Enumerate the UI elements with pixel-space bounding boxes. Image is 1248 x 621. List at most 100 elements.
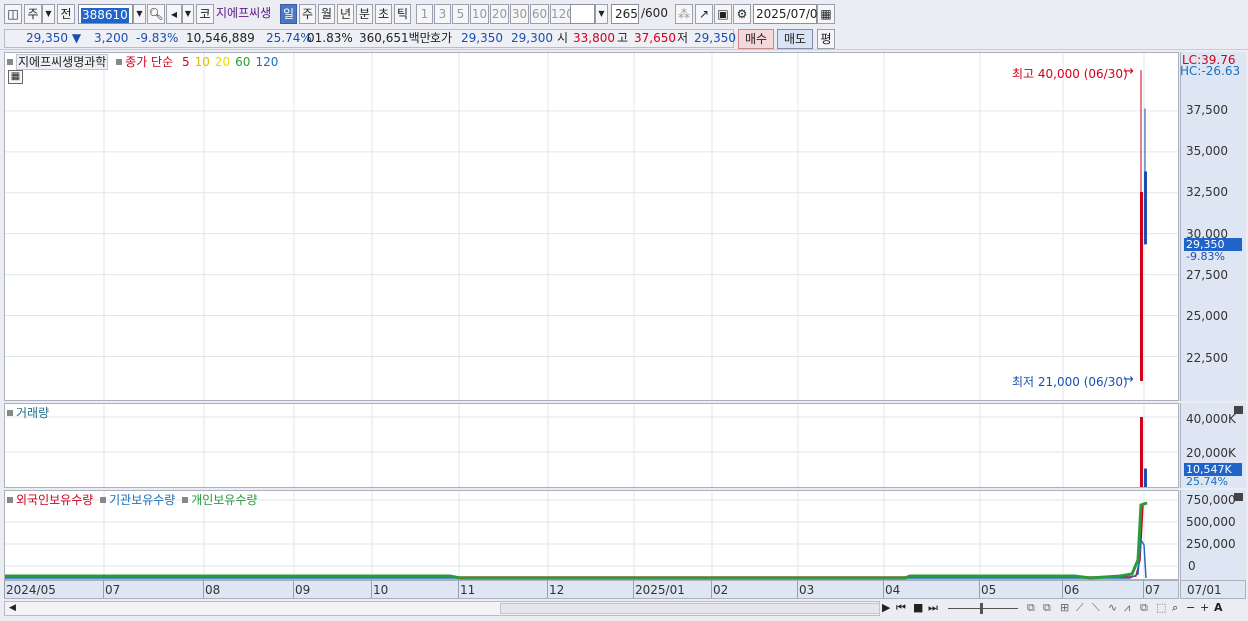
volume-legend: 거래량 (7, 404, 49, 421)
period-button-5[interactable]: 초 (375, 4, 392, 24)
stop-icon[interactable]: ■ (913, 601, 923, 614)
x-tick (293, 580, 294, 598)
zoom-search-icon[interactable]: ⌕ (1172, 601, 1178, 615)
interval-button-4[interactable]: 20 (490, 4, 509, 24)
legend-marker (116, 59, 123, 65)
chart-layout-icon[interactable]: ◫ (4, 4, 22, 24)
x-label-9: 03 (799, 583, 815, 597)
line-tool-icon[interactable]: ⟋ (1076, 601, 1084, 615)
interval-button-0[interactable]: 1 (416, 4, 433, 24)
price-axis-label-0: 37,500 (1186, 103, 1228, 117)
overlay-icon[interactable]: ⧉ (1027, 601, 1035, 615)
stock-name-title[interactable]: 지에프씨생명과학 (16, 54, 109, 70)
rewind-icon[interactable]: ⏮ (896, 601, 906, 615)
x-label-2: 08 (205, 583, 221, 597)
period-button-1[interactable]: 주 (299, 4, 316, 24)
interval-button-5[interactable]: 30 (510, 4, 529, 24)
main-toolbar: ◫ 주 ▼ 전 388610 ▼ 🔍︎ ◂ ▼ 코 지에프씨생 일주월년분초틱 … (0, 2, 1248, 27)
count-input[interactable]: 265 (611, 4, 639, 24)
grid-icon[interactable]: ⊞ (1060, 601, 1069, 614)
auto-scale-icon[interactable]: A (1214, 601, 1223, 614)
low-annotation: 최저 21,000 (06/30) (1012, 375, 1128, 389)
price-axis-label-2: 32,500 (1186, 185, 1228, 199)
table-toggle-icon[interactable]: ▦ (8, 70, 23, 84)
low-label: 저 (677, 31, 689, 45)
interval-button-7[interactable]: 120 (550, 4, 574, 24)
stock-code-input[interactable]: 388610 (78, 4, 133, 24)
horizontal-scrollbar[interactable]: ◀ (4, 601, 880, 616)
code-dropdown-icon[interactable]: ▼ (133, 4, 146, 24)
legend-marker (7, 497, 13, 503)
period-button-3[interactable]: 년 (337, 4, 354, 24)
eval-button[interactable]: 평 (817, 29, 835, 49)
market-button[interactable]: 주 (24, 4, 42, 24)
prev-button[interactable]: 전 (57, 4, 75, 24)
current-price-value: 29,350 (26, 31, 68, 45)
price-change-pct: -9.83% (136, 31, 179, 45)
interval-dropdown-icon[interactable]: ▼ (595, 4, 608, 24)
x-label-0: 2024/05 (6, 583, 56, 597)
period-button-2[interactable]: 월 (318, 4, 335, 24)
window-icon[interactable]: ⧉ (1043, 601, 1051, 615)
speaker-icon[interactable]: ◂ (166, 4, 182, 24)
volume-axis-label-1: 20,000K (1186, 446, 1236, 460)
ma-period-3[interactable]: 60 (235, 55, 250, 69)
high-annotation: 최고 40,000 (06/30) (1012, 67, 1128, 81)
settings-gear-icon[interactable]: ⚙ (733, 4, 751, 24)
interval-button-6[interactable]: 60 (530, 4, 549, 24)
x-label-12: 06 (1064, 583, 1080, 597)
zoom-slider-track[interactable] (948, 608, 1018, 609)
wave-tool-icon[interactable]: ∿ (1108, 601, 1117, 614)
legend-institution[interactable]: 기관보유수량 (109, 493, 175, 507)
interval-button-3[interactable]: 10 (470, 4, 489, 24)
copy-icon[interactable]: ⧉ (1140, 601, 1148, 615)
bid-label: 호가 (430, 31, 453, 45)
play-icon[interactable]: ▶ (882, 601, 890, 614)
ma-period-4[interactable]: 120 (255, 55, 278, 69)
zoom-out-icon[interactable]: − (1186, 601, 1195, 614)
period-button-4[interactable]: 분 (356, 4, 373, 24)
volume-axis-label-0: 40,000K (1186, 412, 1236, 426)
volume-chart-panel[interactable] (4, 403, 1179, 488)
interval-button-2[interactable]: 5 (452, 4, 469, 24)
x-tick (371, 580, 372, 598)
ma-periods: 5 10 20 60 120 (177, 55, 278, 69)
ma-period-2[interactable]: 20 (215, 55, 230, 69)
forward-icon[interactable]: ⏭ (928, 601, 938, 615)
x-tick (1143, 580, 1144, 598)
zoom-slider-handle[interactable] (980, 603, 983, 614)
interval-custom-input[interactable] (570, 4, 595, 24)
x-label-8: 02 (713, 583, 729, 597)
price-chart-panel[interactable] (4, 52, 1179, 401)
chart-nav-controls: ▶ ⏮ ■ ⏭ ⧉ ⧉ ⊞ ⟋ ⟍ ∿ ⩘ ⧉ ⬚ ⌕ − + A (880, 601, 1246, 617)
scroll-left-icon[interactable]: ◀ (9, 603, 16, 613)
ma-period-0[interactable]: 5 (182, 55, 190, 69)
buy-button[interactable]: 매수 (738, 29, 774, 49)
chart-tool-icon[interactable]: ⩘ (1124, 601, 1130, 615)
legend-individual[interactable]: 개인보유수량 (191, 493, 257, 507)
calendar-icon[interactable]: ▦ (817, 4, 835, 24)
ma-period-1[interactable]: 10 (195, 55, 210, 69)
export-icon[interactable]: ⬚ (1156, 601, 1166, 614)
compare-icon[interactable]: ⁂ (675, 4, 693, 24)
category-button[interactable]: 코 (196, 4, 214, 24)
draw-tool-icon[interactable]: ↗ (695, 4, 713, 24)
period-button-6[interactable]: 틱 (394, 4, 411, 24)
search-icon[interactable]: 🔍︎ (147, 4, 165, 24)
x-tick (458, 580, 459, 598)
low-arrow-icon: → (1123, 372, 1134, 387)
interval-button-1[interactable]: 3 (434, 4, 451, 24)
ma-label[interactable]: 종가 단순 (125, 55, 173, 69)
date-input[interactable]: 2025/07/01 (753, 4, 825, 24)
price-axis-label-4: 27,500 (1186, 268, 1228, 282)
zoom-in-icon[interactable]: + (1200, 601, 1209, 614)
sell-button[interactable]: 매도 (777, 29, 813, 49)
scroll-thumb[interactable] (500, 603, 880, 614)
speaker-dropdown-icon[interactable]: ▼ (182, 4, 194, 24)
volume-title[interactable]: 거래량 (16, 406, 49, 420)
period-button-0[interactable]: 일 (280, 4, 297, 24)
legend-foreign[interactable]: 외국인보유수량 (16, 493, 93, 507)
market-dropdown-icon[interactable]: ▼ (42, 4, 55, 24)
trend-tool-icon[interactable]: ⟍ (1092, 601, 1100, 615)
save-icon[interactable]: ▣ (714, 4, 732, 24)
